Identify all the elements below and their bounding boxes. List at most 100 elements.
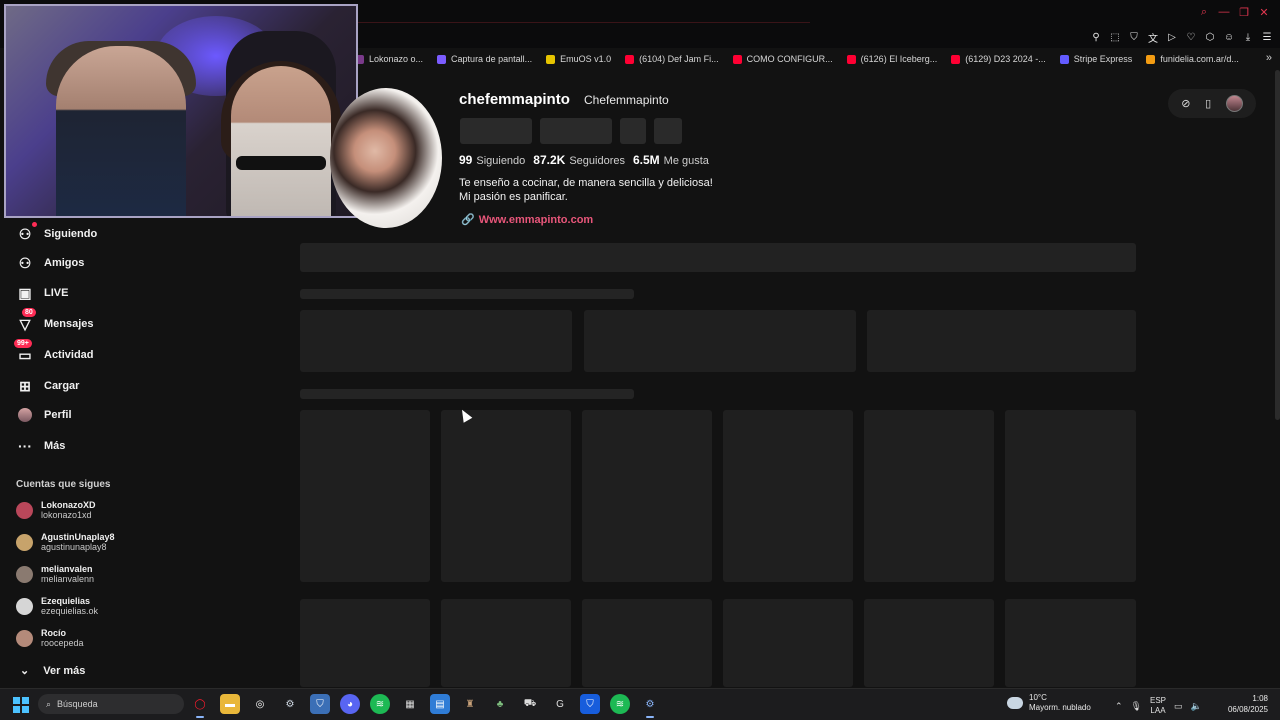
search-icon[interactable]: ⌕ xyxy=(1196,4,1212,20)
playlist-card-placeholder[interactable] xyxy=(584,310,856,372)
user-avatar[interactable] xyxy=(1225,95,1243,112)
followed-account[interactable]: LokonazoXD lokonazo1xd xyxy=(16,500,96,520)
search-icon: ⌕ xyxy=(46,698,52,709)
windows-start-icon[interactable] xyxy=(13,697,29,713)
sidebar-item-label: Más xyxy=(44,440,66,452)
share-button-placeholder[interactable] xyxy=(654,118,682,144)
g-hub-icon[interactable]: G xyxy=(550,694,570,714)
translate-icon[interactable]: 文 xyxy=(1146,30,1160,45)
volume-icon[interactable]: 🔈 xyxy=(1191,701,1202,712)
bookmark-item[interactable]: Lokonazo o... xyxy=(355,54,423,64)
steam-icon[interactable]: ⚙ xyxy=(280,694,300,714)
video-card-placeholder[interactable] xyxy=(582,410,712,582)
see-more-link[interactable]: ⌄ Ver más xyxy=(20,664,86,678)
playlist-card-placeholder[interactable] xyxy=(867,310,1136,372)
spotify-icon[interactable]: ≋ xyxy=(370,694,390,714)
pin-icon[interactable]: ⚲ xyxy=(1089,30,1103,44)
sidebar-item-upload[interactable]: ⊞ Cargar xyxy=(16,377,79,395)
message-button-placeholder[interactable] xyxy=(540,118,612,144)
game-icon[interactable]: ♜ xyxy=(460,694,480,714)
see-more-label: Ver más xyxy=(43,664,86,677)
video-card-placeholder[interactable] xyxy=(864,599,994,687)
video-card-placeholder[interactable] xyxy=(441,599,571,687)
screenshot-icon[interactable]: ⬚ xyxy=(1108,30,1122,44)
account-username: roocepeda xyxy=(41,638,84,648)
bio-line: Te enseño a cocinar, de manera sencilla … xyxy=(459,177,713,189)
sidebar-item-more[interactable]: ··· Más xyxy=(16,437,65,455)
video-card-placeholder[interactable] xyxy=(300,599,430,687)
bookmark-item[interactable]: (6104) Def Jam Fi... xyxy=(625,54,719,64)
bookmark-item[interactable]: (6126) El Iceberg... xyxy=(846,54,937,64)
video-card-placeholder[interactable] xyxy=(582,599,712,687)
taskbar-search[interactable]: ⌕ Búsqueda xyxy=(38,694,184,714)
menu-icon[interactable]: ☰ xyxy=(1260,30,1274,44)
followed-account[interactable]: melianvalen melianvalenn xyxy=(16,564,94,584)
shield-icon[interactable]: ⛉ xyxy=(1127,30,1141,44)
profile-icon xyxy=(16,406,34,424)
chevron-up-icon[interactable]: ⌃ xyxy=(1115,701,1123,712)
bookmark-item[interactable]: (6129) D23 2024 -... xyxy=(951,54,1046,64)
taskbar-clock[interactable]: 1:08 06/08/2025 xyxy=(1222,693,1268,715)
chevron-right-icon[interactable]: » xyxy=(1266,52,1272,64)
video-card-placeholder[interactable] xyxy=(723,410,853,582)
sidebar-item-following[interactable]: ⚇ Siguiendo xyxy=(16,222,97,243)
bookmark-item[interactable]: Captura de pantall... xyxy=(437,54,532,64)
taskbar-weather[interactable]: 10°C Mayorm. nublado xyxy=(1007,693,1091,713)
followed-account[interactable]: Ezequielias ezequielias.ok xyxy=(16,596,98,616)
restore-icon[interactable]: ❐ xyxy=(1236,4,1252,20)
page-scrollbar[interactable] xyxy=(1275,70,1280,420)
settings-icon[interactable]: ⚙ xyxy=(640,694,660,718)
video-card-placeholder[interactable] xyxy=(1005,599,1136,687)
followed-account[interactable]: Rocío roocepeda xyxy=(16,628,84,648)
obs-icon[interactable]: ▦ xyxy=(400,694,420,714)
system-tray: ⌃ 🎙 ESP LAA ▭ 🔈 xyxy=(1115,696,1202,716)
sidebar-item-live[interactable]: ▣ LIVE xyxy=(16,284,68,302)
action-button-placeholder[interactable] xyxy=(620,118,646,144)
notepad-icon[interactable]: ▤ xyxy=(430,694,450,714)
microphone-icon[interactable]: 🎙 xyxy=(1131,701,1142,712)
account-icon[interactable]: ☺ xyxy=(1222,30,1236,44)
following-accounts-title: Cuentas que sigues xyxy=(16,479,111,490)
bookmark-item[interactable]: EmuOS v1.0 xyxy=(546,54,611,64)
file-explorer-icon[interactable]: ▬ xyxy=(220,694,240,714)
bitwarden-icon[interactable]: ⛉ xyxy=(580,694,600,714)
phone-icon[interactable]: ▯ xyxy=(1205,97,1211,110)
sidebar-item-activity[interactable]: ▭ 99+ Actividad xyxy=(14,339,94,364)
stat-following[interactable]: 99 Siguiendo xyxy=(459,153,525,167)
heart-icon[interactable]: ♡ xyxy=(1184,30,1198,44)
sidebar-item-messages[interactable]: ▽ 80 Mensajes xyxy=(16,308,94,333)
discord-icon[interactable]: ◕ xyxy=(340,694,360,714)
messages-icon: ▽ 80 xyxy=(16,308,36,333)
follow-button-placeholder[interactable] xyxy=(460,118,532,144)
spotify-icon[interactable]: ≋ xyxy=(610,694,630,714)
profile-website-link[interactable]: 🔗 Www.emmapinto.com xyxy=(461,213,593,227)
compass-icon[interactable]: ⊘ xyxy=(1181,97,1190,110)
shield-app-icon[interactable]: ⛉ xyxy=(310,694,330,714)
app-icon[interactable]: ♣ xyxy=(490,694,510,714)
video-card-placeholder[interactable] xyxy=(1005,410,1136,582)
sidebar-item-profile[interactable]: Perfil xyxy=(16,406,72,424)
car-icon[interactable]: ⛟ xyxy=(520,694,540,714)
close-icon[interactable]: ✕ xyxy=(1256,4,1272,20)
header-actions: ⊘ ▯ xyxy=(1168,89,1256,118)
sidebar-item-friends[interactable]: ⚇ Amigos xyxy=(16,254,85,272)
followed-account[interactable]: AgustinUnaplay8 agustinunaplay8 xyxy=(16,532,115,552)
network-icon[interactable]: ▭ xyxy=(1174,701,1183,712)
opera-icon[interactable]: ◯ xyxy=(190,694,210,718)
opera-gx-icon[interactable]: ◎ xyxy=(250,694,270,714)
video-card-placeholder[interactable] xyxy=(723,599,853,687)
stat-followers[interactable]: 87.2K Seguidores xyxy=(533,153,625,167)
playlist-card-placeholder[interactable] xyxy=(300,310,572,372)
video-card-placeholder[interactable] xyxy=(864,410,994,582)
bookmark-item[interactable]: COMO CONFIGUR... xyxy=(732,54,833,64)
video-card-placeholder[interactable] xyxy=(441,410,571,582)
language-indicator[interactable]: ESP LAA xyxy=(1150,696,1166,716)
profile-avatar xyxy=(330,88,442,228)
bookmark-item[interactable]: funidelia.com.ar/d... xyxy=(1146,54,1239,64)
download-icon[interactable]: ⤓ xyxy=(1241,30,1255,44)
bookmark-item[interactable]: Stripe Express xyxy=(1059,54,1132,64)
minimize-icon[interactable]: — xyxy=(1216,4,1232,20)
play-icon[interactable]: ▷ xyxy=(1165,30,1179,44)
extensions-icon[interactable]: ⬡ xyxy=(1203,30,1217,44)
video-card-placeholder[interactable] xyxy=(300,410,430,582)
